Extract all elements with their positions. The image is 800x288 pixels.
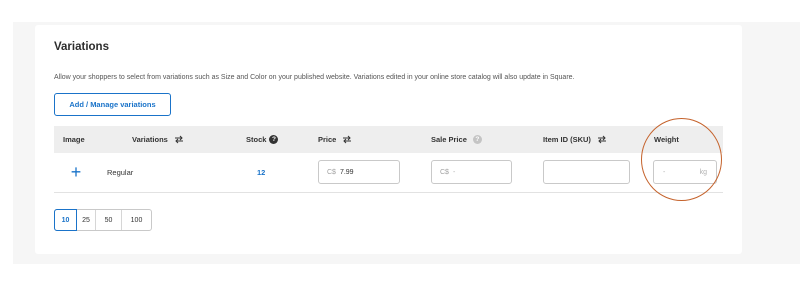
header-stock-label: Stock	[246, 135, 267, 144]
plus-icon[interactable]: +	[64, 161, 88, 185]
header-stock: Stock ?	[246, 126, 279, 153]
table-row: + Regular 12 C$ 7.99 C$ - - kg	[54, 153, 723, 193]
header-variations-label: Variations	[132, 135, 168, 144]
swap-arrows-icon[interactable]	[342, 135, 352, 144]
header-sale-price: Sale Price ?	[431, 126, 482, 153]
swap-arrows-icon[interactable]	[174, 135, 184, 144]
swap-arrows-icon[interactable]	[597, 135, 607, 144]
price-value: 7.99	[339, 168, 354, 176]
sale-price-placeholder: -	[452, 168, 456, 176]
page-size-option[interactable]: 10	[54, 209, 77, 231]
stock-link[interactable]: 12	[257, 168, 265, 177]
question-circle-icon[interactable]: ?	[472, 135, 482, 144]
sale-price-currency: C$	[440, 168, 449, 176]
sale-price-input[interactable]: C$ -	[431, 160, 512, 184]
header-item-id[interactable]: Item ID (SKU)	[543, 126, 607, 153]
section-title: Variations	[54, 41, 109, 53]
item-id-input[interactable]	[543, 160, 630, 184]
annotation-circle	[641, 118, 722, 201]
page-size-option[interactable]: 100	[122, 210, 151, 230]
page-size-selector: 10 25 50 100	[54, 209, 152, 231]
price-input[interactable]: C$ 7.99	[318, 160, 400, 184]
section-description: Allow your shoppers to select from varia…	[54, 74, 575, 81]
variations-card: Variations Allow your shoppers to select…	[35, 25, 742, 254]
page-size-option[interactable]: 25	[77, 210, 96, 230]
table-header: Image Variations Stock ? Price Sale Pric…	[54, 126, 723, 153]
header-price[interactable]: Price	[318, 126, 352, 153]
page-size-option[interactable]: 50	[96, 210, 122, 230]
header-image: Image	[63, 126, 85, 153]
header-image-label: Image	[63, 135, 85, 144]
header-variations[interactable]: Variations	[132, 126, 184, 153]
price-currency: C$	[327, 168, 336, 176]
header-item-id-label: Item ID (SKU)	[543, 135, 591, 144]
question-circle-icon[interactable]: ?	[269, 135, 279, 144]
header-sale-price-label: Sale Price	[431, 135, 467, 144]
add-manage-variations-button[interactable]: Add / Manage variations	[54, 93, 171, 116]
variation-name: Regular	[107, 168, 134, 177]
header-price-label: Price	[318, 135, 337, 144]
